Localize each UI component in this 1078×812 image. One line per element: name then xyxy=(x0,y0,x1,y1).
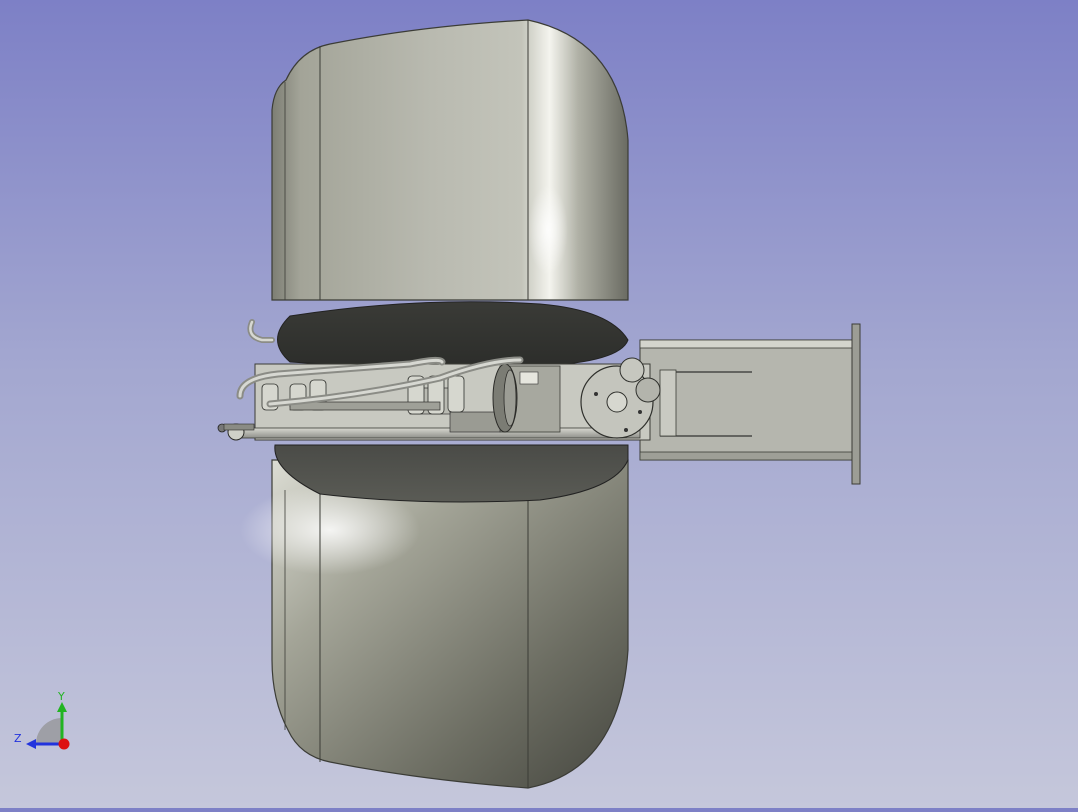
upper-dark-ring xyxy=(277,301,629,368)
x-axis-dot xyxy=(58,738,70,750)
lower-dark-ring xyxy=(274,444,629,503)
tank-upper-shell[interactable] xyxy=(271,19,629,301)
y-axis-label: Y xyxy=(57,690,65,703)
z-axis-label: Z xyxy=(14,732,22,745)
mount-bracket[interactable] xyxy=(639,323,861,485)
axis-triad: Y Z xyxy=(14,690,70,750)
3d-viewport[interactable]: Y Z xyxy=(0,0,1078,808)
model-render[interactable]: Y Z xyxy=(0,0,1078,808)
tank-lower-shell[interactable] xyxy=(240,459,629,789)
